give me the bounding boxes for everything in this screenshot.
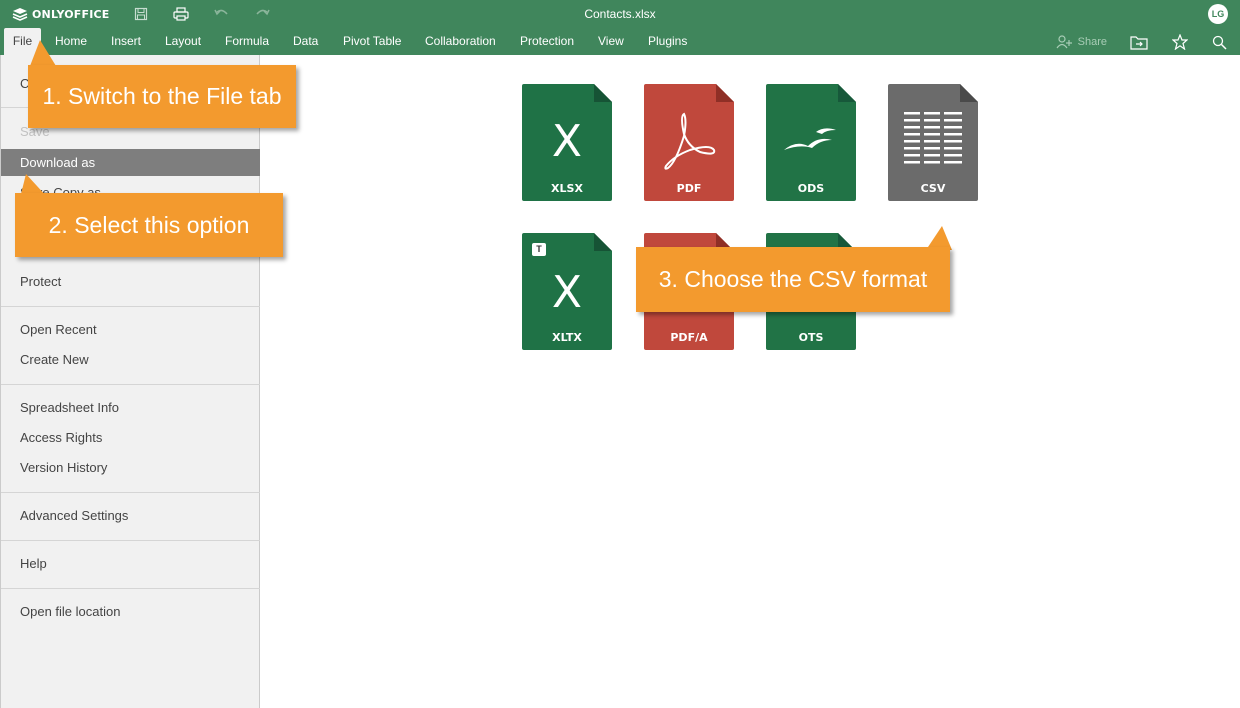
user-avatar[interactable]: LG	[1208, 4, 1228, 24]
favorite-star-icon[interactable]	[1170, 32, 1190, 52]
svg-text:X: X	[552, 267, 582, 318]
tab-layout[interactable]: Layout	[165, 28, 201, 55]
format-csv-button[interactable]: CSV	[888, 84, 978, 201]
share-button[interactable]: Share	[1056, 33, 1107, 51]
format-label: XLTX	[552, 331, 582, 344]
redo-icon[interactable]	[253, 5, 271, 23]
template-badge: T	[532, 243, 546, 256]
callout-step-2: 2. Select this option	[15, 193, 283, 257]
menu-separator	[1, 540, 260, 541]
menu-spreadsheet-info[interactable]: Spreadsheet Info	[1, 394, 260, 421]
format-label: XLSX	[551, 182, 583, 195]
tab-collaboration[interactable]: Collaboration	[425, 28, 496, 55]
onlyoffice-logo[interactable]: ONLYOFFICE	[12, 6, 110, 22]
menu-version-history[interactable]: Version History	[1, 454, 260, 481]
tab-insert[interactable]: Insert	[111, 28, 141, 55]
format-ods-button[interactable]: ODS	[766, 84, 856, 201]
tab-view[interactable]: View	[598, 28, 624, 55]
print-icon[interactable]	[172, 5, 190, 23]
search-icon[interactable]	[1209, 32, 1229, 52]
onlyoffice-logo-icon	[12, 8, 28, 21]
format-label: PDF/A	[670, 331, 708, 344]
menu-open-recent[interactable]: Open Recent	[1, 316, 260, 343]
menu-access-rights[interactable]: Access Rights	[1, 424, 260, 451]
svg-text:X: X	[552, 116, 582, 167]
callout-step-3: 3. Choose the CSV format	[636, 247, 950, 312]
file-menu-panel: C Save Download as Save Copy as... Prote…	[0, 55, 260, 708]
format-label: OTS	[798, 331, 824, 344]
tab-data[interactable]: Data	[293, 28, 318, 55]
open-location-icon[interactable]	[1129, 32, 1149, 52]
ribbon-tab-bar: File Home Insert Layout Formula Data Piv…	[0, 28, 1240, 55]
menu-separator	[1, 588, 260, 589]
tab-pivot-table[interactable]: Pivot Table	[343, 28, 401, 55]
tab-protection[interactable]: Protection	[520, 28, 574, 55]
share-label: Share	[1077, 36, 1107, 48]
tab-plugins[interactable]: Plugins	[648, 28, 687, 55]
menu-open-file-location[interactable]: Open file location	[1, 598, 260, 625]
format-xlsx-button[interactable]: X XLSX	[522, 84, 612, 201]
menu-advanced-settings[interactable]: Advanced Settings	[1, 502, 260, 529]
menu-protect[interactable]: Protect	[1, 268, 260, 295]
menu-create-new[interactable]: Create New	[1, 346, 260, 373]
format-label: CSV	[920, 182, 946, 195]
menu-help[interactable]: Help	[1, 550, 260, 577]
save-icon[interactable]	[132, 5, 150, 23]
menu-separator	[1, 384, 260, 385]
undo-icon[interactable]	[213, 5, 231, 23]
menu-separator	[1, 306, 260, 307]
tab-formula[interactable]: Formula	[225, 28, 269, 55]
format-label: PDF	[676, 182, 702, 195]
menu-separator	[1, 492, 260, 493]
format-label: ODS	[797, 182, 825, 195]
logo-text: ONLYOFFICE	[32, 7, 110, 21]
format-pdf-button[interactable]: PDF	[644, 84, 734, 201]
share-user-icon	[1056, 35, 1072, 49]
title-bar: ONLYOFFICE Contacts.xlsx LG	[0, 0, 1240, 28]
format-xltx-button[interactable]: X T XLTX	[522, 233, 612, 350]
callout-step-1: 1. Switch to the File tab	[28, 65, 296, 128]
